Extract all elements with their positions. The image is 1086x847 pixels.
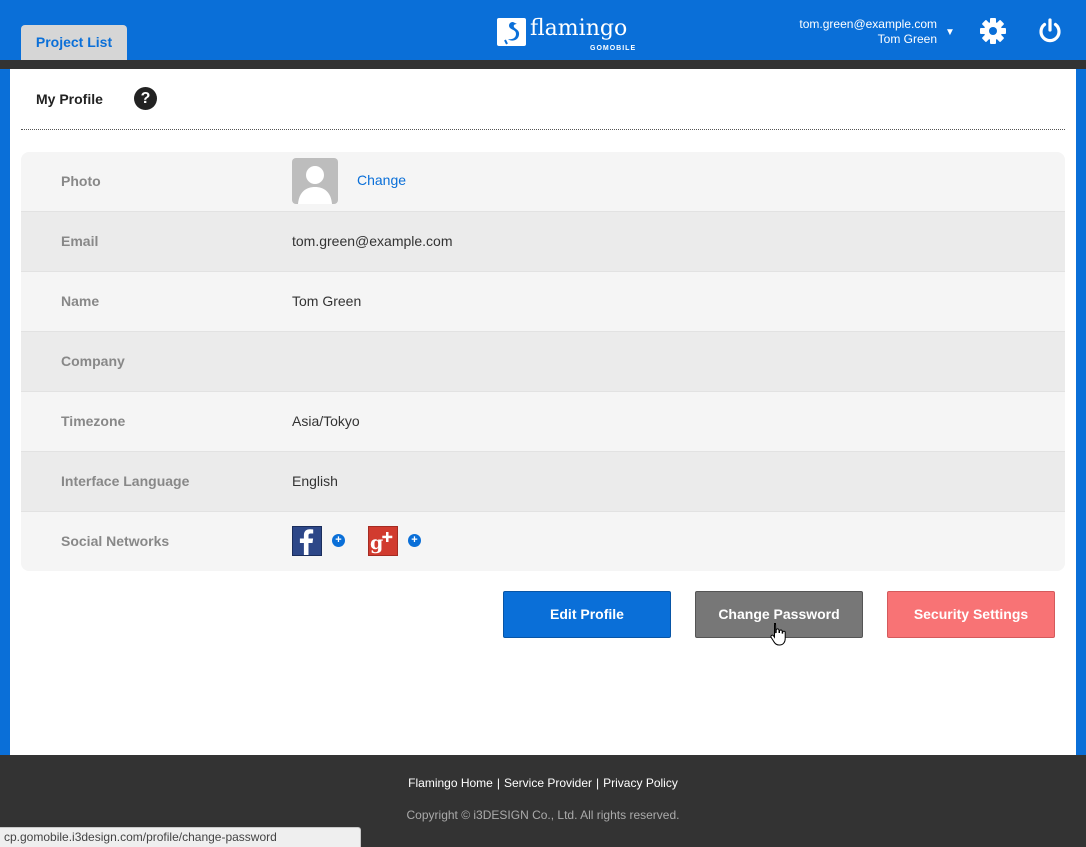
profile-row-social: Social Networks + g + (21, 512, 1065, 571)
profile-row-language: Interface Language English (21, 452, 1065, 512)
tab-project-list[interactable]: Project List (21, 25, 127, 60)
help-icon[interactable]: ? (134, 87, 157, 110)
svg-text:g: g (370, 532, 383, 554)
user-email: tom.green@example.com (799, 17, 937, 31)
logo-subtext: GOMOBILE (590, 45, 637, 52)
row-value: tom.green@example.com (292, 233, 453, 249)
row-label: Interface Language (61, 473, 190, 489)
profile-row-email: Email tom.green@example.com (21, 212, 1065, 272)
hand-cursor-icon (770, 622, 786, 646)
profile-row-company: Company (21, 332, 1065, 392)
google-plus-icon[interactable]: g (368, 526, 398, 556)
user-menu[interactable]: tom.green@example.com Tom Green (799, 17, 937, 47)
gear-icon[interactable] (978, 16, 1008, 46)
row-label: Email (61, 233, 99, 249)
page-title: My Profile (36, 91, 103, 107)
facebook-icon[interactable] (292, 526, 322, 556)
row-label: Timezone (61, 413, 126, 429)
profile-row-name: Name Tom Green (21, 272, 1065, 332)
user-name: Tom Green (877, 32, 937, 46)
add-facebook-icon[interactable]: + (332, 534, 345, 547)
title-divider (21, 129, 1065, 130)
profile-row-timezone: Timezone Asia/Tokyo (21, 392, 1065, 452)
row-label: Photo (61, 173, 101, 189)
security-settings-button[interactable]: Security Settings (887, 591, 1055, 638)
flamingo-logo[interactable]: flamingo GOMOBILE (496, 16, 635, 55)
add-google-plus-icon[interactable]: + (408, 534, 421, 547)
copyright-text: Copyright © i3DESIGN Co., Ltd. All right… (406, 808, 680, 822)
main-panel: My Profile ? Photo Change Email tom.gree… (10, 69, 1076, 755)
logo-text: flamingo (530, 16, 628, 41)
row-label: Social Networks (61, 533, 170, 549)
row-value: Asia/Tokyo (292, 413, 360, 429)
power-icon[interactable] (1035, 16, 1065, 46)
profile-row-photo: Photo Change (21, 152, 1065, 212)
change-photo-link[interactable]: Change (357, 152, 406, 208)
chevron-down-icon[interactable]: ▼ (945, 27, 955, 38)
header-divider-bar (0, 60, 1086, 69)
edit-profile-button[interactable]: Edit Profile (503, 591, 671, 638)
footer-link-flamingo-home[interactable]: Flamingo Home (404, 776, 497, 790)
status-bar-url: cp.gomobile.i3design.com/profile/change-… (0, 827, 361, 847)
avatar (292, 158, 338, 204)
footer-link-service-provider[interactable]: Service Provider (500, 776, 596, 790)
footer-link-privacy-policy[interactable]: Privacy Policy (599, 776, 682, 790)
row-value: English (292, 473, 338, 489)
flamingo-logo-mark-icon (497, 18, 526, 46)
row-label: Company (61, 353, 125, 369)
profile-table: Photo Change Email tom.green@example.com… (21, 152, 1065, 571)
row-label: Name (61, 293, 100, 309)
footer-links: Flamingo Home | Service Provider | Privacy P… (0, 776, 1086, 790)
row-value: Tom Green (292, 293, 362, 309)
top-header: Project List flamingo GOMOBILE tom.green… (0, 0, 1086, 60)
